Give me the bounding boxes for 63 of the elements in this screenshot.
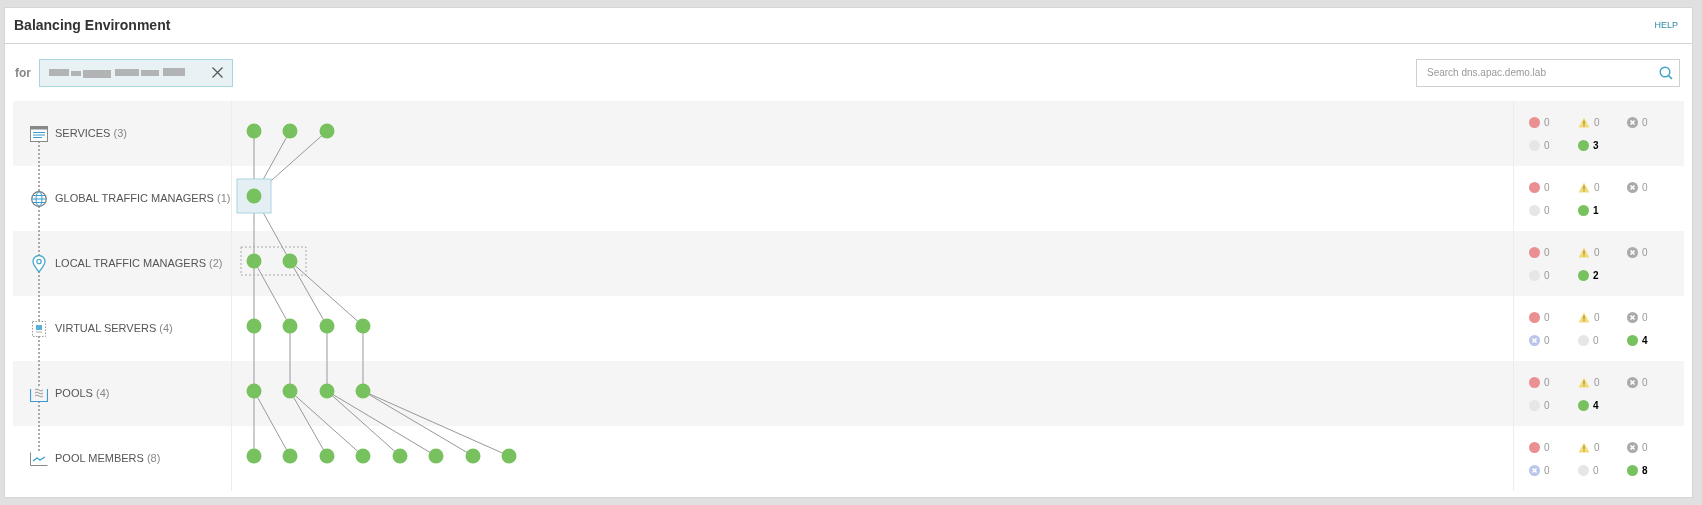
status-count: 0 bbox=[1544, 440, 1550, 455]
warning-icon bbox=[1578, 376, 1590, 388]
status-count: 0 bbox=[1642, 310, 1648, 325]
status-count: 0 bbox=[1593, 463, 1599, 478]
tier-label: LOCAL TRAFFIC MANAGERS (2) bbox=[55, 256, 223, 272]
status-count: 0 bbox=[1544, 245, 1550, 260]
status-count: 4 bbox=[1593, 398, 1599, 413]
status-count: 4 bbox=[1642, 333, 1648, 348]
warning-icon bbox=[1578, 181, 1590, 193]
filter-label: for bbox=[15, 64, 31, 82]
warning-icon bbox=[1578, 116, 1590, 128]
status-count: 1 bbox=[1593, 203, 1599, 218]
tier-label: GLOBAL TRAFFIC MANAGERS (1) bbox=[55, 191, 231, 207]
status-count: 0 bbox=[1544, 138, 1550, 153]
status-count: 0 bbox=[1594, 180, 1600, 195]
globe-icon bbox=[31, 190, 47, 207]
status-count: 3 bbox=[1593, 138, 1599, 153]
tier-label: SERVICES (3) bbox=[55, 126, 127, 142]
warning-icon bbox=[1578, 441, 1590, 453]
x-circle-icon bbox=[1627, 246, 1638, 258]
x-circle-icon bbox=[1627, 376, 1638, 388]
status-count: 0 bbox=[1544, 115, 1550, 130]
x-circle-icon bbox=[1627, 441, 1638, 453]
close-icon[interactable] bbox=[212, 67, 223, 78]
x-circle-icon bbox=[1627, 311, 1638, 323]
status-count: 0 bbox=[1544, 180, 1550, 195]
search-icon[interactable] bbox=[1659, 65, 1673, 80]
status-count: 0 bbox=[1544, 203, 1550, 218]
warning-icon bbox=[1578, 246, 1590, 258]
status-count: 0 bbox=[1594, 115, 1600, 130]
status-count: 0 bbox=[1594, 310, 1600, 325]
status-count: 0 bbox=[1544, 268, 1550, 283]
status-count: 0 bbox=[1544, 398, 1550, 413]
status-count: 0 bbox=[1642, 440, 1648, 455]
panel-title: Balancing Environment bbox=[14, 16, 171, 35]
status-count: 0 bbox=[1544, 463, 1550, 478]
search-field[interactable]: Search dns.apac.demo.lab bbox=[1416, 58, 1680, 87]
status-count: 0 bbox=[1544, 333, 1550, 348]
status-count: 0 bbox=[1594, 245, 1600, 260]
x-circle-icon bbox=[1529, 334, 1540, 346]
map-pin-icon bbox=[32, 254, 46, 273]
pool-icon bbox=[30, 385, 48, 402]
status-count: 0 bbox=[1544, 310, 1550, 325]
status-count: 0 bbox=[1642, 115, 1648, 130]
x-circle-icon bbox=[1529, 464, 1540, 476]
tier-label: VIRTUAL SERVERS (4) bbox=[55, 321, 173, 337]
status-count: 0 bbox=[1642, 180, 1648, 195]
status-count: 2 bbox=[1593, 268, 1599, 283]
browser-window-icon bbox=[30, 125, 48, 142]
status-count: 0 bbox=[1544, 375, 1550, 390]
help-link[interactable]: HELP bbox=[1654, 18, 1678, 33]
warning-icon bbox=[1578, 311, 1590, 323]
status-count: 0 bbox=[1594, 440, 1600, 455]
status-count: 0 bbox=[1593, 333, 1599, 348]
tier-label: POOL MEMBERS (8) bbox=[55, 451, 161, 467]
x-circle-icon bbox=[1627, 181, 1638, 193]
status-count: 0 bbox=[1642, 375, 1648, 390]
x-circle-icon bbox=[1627, 116, 1638, 128]
line-chart-icon bbox=[30, 451, 48, 466]
status-count: 0 bbox=[1594, 375, 1600, 390]
tier-label: POOLS (4) bbox=[55, 386, 110, 402]
status-count: 0 bbox=[1642, 245, 1648, 260]
status-count: 8 bbox=[1642, 463, 1648, 478]
